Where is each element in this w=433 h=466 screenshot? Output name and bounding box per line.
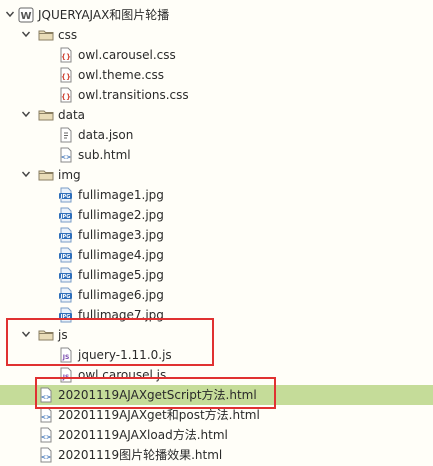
tree-file-fullimage6-jpg[interactable]: JPG fullimage6.jpg (0, 285, 433, 305)
json-file-icon (58, 127, 74, 143)
tree-file-fullimage1-jpg[interactable]: JPG fullimage1.jpg (0, 185, 433, 205)
web-project-icon: W (18, 7, 34, 23)
tree-item-label: data.json (78, 128, 134, 142)
svg-text:JPG: JPG (60, 314, 71, 320)
tree-file-fullimage4-jpg[interactable]: JPG fullimage4.jpg (0, 245, 433, 265)
jpg-file-icon: JPG (58, 267, 74, 283)
tree-file-20201119ajaxget-post-html[interactable]: <> 20201119AJAXget和post方法.html (0, 405, 433, 425)
tree-item-label: js (58, 328, 68, 342)
svg-text:W: W (20, 11, 31, 22)
tree-folder-css[interactable]: css (0, 25, 433, 45)
tree-item-label: jquery-1.11.0.js (78, 348, 172, 362)
folder-icon (38, 327, 54, 343)
chevron-down-icon[interactable] (4, 8, 16, 20)
html-file-icon: <> (38, 387, 54, 403)
svg-text:JPG: JPG (60, 234, 71, 240)
folder-icon (38, 167, 54, 183)
tree-item-label: 20201119AJAXgetScript方法.html (58, 388, 257, 402)
tree-file-owl-carousel-css[interactable]: {} owl.carousel.css (0, 45, 433, 65)
tree-item-label: fullimage2.jpg (78, 208, 164, 222)
svg-text:JPG: JPG (60, 294, 71, 300)
tree-item-label: owl.transitions.css (78, 88, 189, 102)
html-file-icon: <> (58, 147, 74, 163)
svg-text:JS: JS (62, 354, 70, 361)
css-file-icon: {} (58, 67, 74, 83)
jpg-file-icon: JPG (58, 247, 74, 263)
tree-item-label: img (58, 168, 81, 182)
tree-file-20201119ajaxgetscript-html[interactable]: <> 20201119AJAXgetScript方法.html (0, 385, 433, 405)
svg-text:<>: <> (41, 434, 51, 441)
svg-text:JS: JS (62, 374, 70, 381)
tree-file-20201119-html[interactable]: <> 20201119图片轮播效果.html (0, 445, 433, 465)
tree-file-data-json[interactable]: data.json (0, 125, 433, 145)
jpg-file-icon: JPG (58, 187, 74, 203)
tree-item-label: fullimage6.jpg (78, 288, 164, 302)
tree-folder-js[interactable]: js (0, 325, 433, 345)
chevron-down-icon[interactable] (20, 28, 32, 40)
tree-file-sub-html[interactable]: <> sub.html (0, 145, 433, 165)
html-file-icon: <> (38, 407, 54, 423)
html-file-icon: <> (38, 447, 54, 463)
folder-icon (38, 27, 54, 43)
js-file-icon: JS (58, 367, 74, 383)
css-file-icon: {} (58, 47, 74, 63)
svg-text:<>: <> (41, 394, 51, 401)
tree-file-fullimage2-jpg[interactable]: JPG fullimage2.jpg (0, 205, 433, 225)
jpg-file-icon: JPG (58, 207, 74, 223)
tree-item-label: owl.carousel.css (78, 48, 176, 62)
svg-text:JPG: JPG (60, 254, 71, 260)
tree-item-label: 20201119图片轮播效果.html (58, 448, 223, 462)
jpg-file-icon: JPG (58, 227, 74, 243)
tree-item-label: fullimage3.jpg (78, 228, 164, 242)
svg-text:{}: {} (61, 53, 71, 61)
svg-text:JPG: JPG (60, 194, 71, 200)
tree-item-label: JQUERYAJAX和图片轮播 (38, 8, 170, 22)
tree-item-label: sub.html (78, 148, 131, 162)
tree-item-label: 20201119AJAXget和post方法.html (58, 408, 260, 422)
svg-text:<>: <> (41, 414, 51, 421)
folder-icon (38, 107, 54, 123)
tree-item-label: css (58, 28, 78, 42)
svg-text:{}: {} (61, 93, 71, 101)
tree-file-owl-theme-css[interactable]: {} owl.theme.css (0, 65, 433, 85)
tree-item-label: 20201119AJAXload方法.html (58, 428, 228, 442)
tree-item-label: fullimage4.jpg (78, 248, 164, 262)
svg-text:JPG: JPG (60, 274, 71, 280)
svg-text:{}: {} (61, 73, 71, 81)
chevron-down-icon[interactable] (20, 168, 32, 180)
svg-text:<>: <> (41, 454, 51, 461)
chevron-down-icon[interactable] (20, 108, 32, 120)
tree-item-label: fullimage1.jpg (78, 188, 164, 202)
tree-file-fullimage3-jpg[interactable]: JPG fullimage3.jpg (0, 225, 433, 245)
tree-folder-data[interactable]: data (0, 105, 433, 125)
tree-file-fullimage7-jpg[interactable]: JPG fullimage7.jpg (0, 305, 433, 325)
tree-item-label: fullimage7.jpg (78, 308, 164, 322)
html-file-icon: <> (38, 427, 54, 443)
js-file-icon: JS (58, 347, 74, 363)
tree-file-fullimage5-jpg[interactable]: JPG fullimage5.jpg (0, 265, 433, 285)
css-file-icon: {} (58, 87, 74, 103)
jpg-file-icon: JPG (58, 307, 74, 323)
chevron-down-icon[interactable] (20, 328, 32, 340)
tree-file-jquery-1-11-0-js[interactable]: JS jquery-1.11.0.js (0, 345, 433, 365)
jpg-file-icon: JPG (58, 287, 74, 303)
tree-file-20201119ajaxload-html[interactable]: <> 20201119AJAXload方法.html (0, 425, 433, 445)
svg-text:<>: <> (61, 154, 71, 161)
tree-item-label: data (58, 108, 86, 122)
tree-file-owl-transitions-css[interactable]: {} owl.transitions.css (0, 85, 433, 105)
tree-folder-jqueryajax[interactable]: W JQUERYAJAX和图片轮播 (0, 5, 433, 25)
svg-text:JPG: JPG (60, 214, 71, 220)
tree-folder-img[interactable]: img (0, 165, 433, 185)
tree-item-label: owl.carousel.js (78, 368, 167, 382)
tree-item-label: owl.theme.css (78, 68, 164, 82)
tree-item-label: fullimage5.jpg (78, 268, 164, 282)
tree-file-owl-carousel-js[interactable]: JS owl.carousel.js (0, 365, 433, 385)
